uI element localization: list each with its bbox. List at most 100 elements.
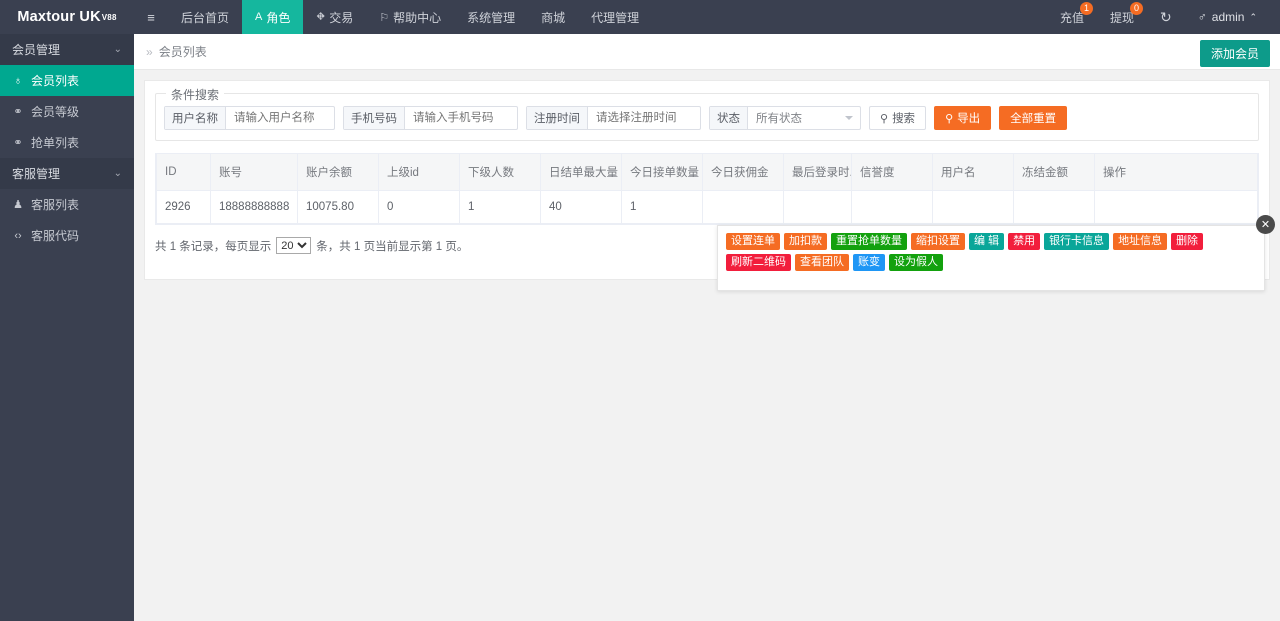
regtime-label: 注册时间	[527, 107, 588, 129]
cell-balance: 10075.80	[298, 191, 379, 224]
user-menu[interactable]: ♂ admin ⌃	[1185, 0, 1270, 34]
search-button[interactable]: ⚲ 搜索	[869, 106, 926, 130]
sidebar-item-label: 抢单列表	[31, 134, 79, 151]
table-column-header-5: 日结单最大量	[541, 154, 622, 191]
row-actions-list: 设置连单加扣款重置抢单数量缩扣设置编 辑禁用银行卡信息地址信息删除刷新二维码查看…	[726, 233, 1256, 271]
row-action-button-2[interactable]: 重置抢单数量	[831, 233, 907, 250]
row-action-button-0[interactable]: 设置连单	[726, 233, 780, 250]
recharge-badge: 1	[1080, 2, 1093, 15]
nav-item-3[interactable]: ⚐帮助中心	[366, 0, 454, 34]
table-column-header-4: 下级人数	[460, 154, 541, 191]
add-member-button[interactable]: 添加会员	[1200, 40, 1270, 67]
table-column-header-9: 信誉度	[852, 154, 933, 191]
sidebar-group-1[interactable]: 客服管理 ⌄	[0, 158, 134, 189]
cell-username	[933, 191, 1014, 224]
withdraw-button[interactable]: 提现 0	[1097, 0, 1147, 34]
nav-item-2[interactable]: ⛖交易	[303, 0, 366, 34]
sidebar-item-label: 会员等级	[31, 103, 79, 120]
username-input[interactable]	[226, 107, 334, 129]
main-nav: 后台首页A角色⛖交易⚐帮助中心系统管理商城代理管理	[168, 0, 652, 34]
refresh-icon[interactable]: ↻	[1147, 0, 1185, 34]
table-column-header-3: 上级id	[379, 154, 460, 191]
sidebar-group-label: 会员管理	[12, 41, 60, 58]
sidebar-item-icon: ♟	[12, 198, 24, 211]
nav-item-6[interactable]: 代理管理	[578, 0, 652, 34]
phone-input[interactable]	[405, 107, 517, 129]
chevron-down-icon	[845, 116, 853, 120]
admin-page: Maxtour UKV88 ≡ 后台首页A角色⛖交易⚐帮助中心系统管理商城代理管…	[0, 0, 1280, 621]
table-column-header-12: 操作	[1095, 154, 1258, 191]
table-column-header-6: 今日接单数量	[622, 154, 703, 191]
hamburger-icon[interactable]: ≡	[134, 0, 168, 34]
user-icon: ♂	[1198, 10, 1207, 24]
cell-id: 2926	[157, 191, 211, 224]
regtime-field: 注册时间	[526, 106, 701, 130]
close-icon[interactable]: ✕	[1256, 215, 1275, 234]
sidebar-item-1-1[interactable]: ‹› 客服代码	[0, 220, 134, 251]
username-field: 用户名称	[164, 106, 335, 130]
nav-item-5[interactable]: 商城	[528, 0, 578, 34]
main-content: » 会员列表 添加会员 条件搜索 用户名称 手机号码	[134, 34, 1280, 621]
row-action-button-7[interactable]: 地址信息	[1113, 233, 1167, 250]
sidebar-item-0-0[interactable]: ♁会员列表	[0, 65, 134, 96]
row-action-button-5[interactable]: 禁用	[1008, 233, 1040, 250]
sidebar-item-icon: ‹›	[12, 230, 24, 242]
row-action-button-12[interactable]: 设为假人	[889, 254, 943, 271]
nav-item-label: 角色	[266, 9, 290, 26]
sidebar-group-0[interactable]: 会员管理 ⌄	[0, 34, 134, 65]
sidebar-item-icon: ⚭	[12, 105, 24, 118]
table-header-row: ID账号账户余额上级id下级人数日结单最大量今日接单数量今日获佣金最后登录时..…	[157, 154, 1258, 191]
sidebar-item-1-0[interactable]: ♟客服列表	[0, 189, 134, 220]
cell-sub_count: 1	[460, 191, 541, 224]
table-column-header-8: 最后登录时...	[784, 154, 852, 191]
chevron-down-icon: ⌄	[114, 168, 122, 179]
cell-account: 18888888888	[211, 191, 298, 224]
search-legend: 条件搜索	[166, 86, 224, 103]
reset-button-label: 全部重置	[1010, 110, 1056, 126]
row-action-button-9[interactable]: 刷新二维码	[726, 254, 791, 271]
pager-prefix: 共 1 条记录，每页显示	[155, 238, 271, 254]
table-column-header-10: 用户名	[933, 154, 1014, 191]
cell-credit	[852, 191, 933, 224]
sidebar-item-0-2[interactable]: ⚭ 抢单列表	[0, 127, 134, 158]
cell-parent_id: 0	[379, 191, 460, 224]
member-list-panel: 条件搜索 用户名称 手机号码 注册时间 状态	[144, 80, 1270, 280]
row-action-button-11[interactable]: 账变	[853, 254, 885, 271]
export-button[interactable]: ⚲ 导出	[934, 106, 991, 130]
row-action-button-1[interactable]: 加扣款	[784, 233, 827, 250]
member-table-wrapper: ID账号账户余额上级id下级人数日结单最大量今日接单数量今日获佣金最后登录时..…	[155, 153, 1259, 225]
row-action-button-4[interactable]: 编 辑	[969, 233, 1004, 250]
table-column-header-11: 冻结金额	[1014, 154, 1095, 191]
withdraw-badge: 0	[1130, 2, 1143, 15]
recharge-button[interactable]: 充值 1	[1047, 0, 1097, 34]
sidebar-group-label: 客服管理	[12, 165, 60, 182]
cell-operation	[1095, 191, 1258, 224]
search-filter-box: 条件搜索 用户名称 手机号码 注册时间 状态	[155, 93, 1259, 141]
breadcrumb: » 会员列表	[146, 43, 207, 60]
nav-item-4[interactable]: 系统管理	[454, 0, 528, 34]
brand-logo: Maxtour UKV88	[0, 0, 134, 34]
nav-item-0[interactable]: 后台首页	[168, 0, 242, 34]
sidebar-item-label: 客服代码	[31, 227, 79, 244]
sidebar-item-0-1[interactable]: ⚭ 会员等级	[0, 96, 134, 127]
status-select[interactable]: 所有状态	[748, 107, 860, 129]
cell-last_login	[784, 191, 852, 224]
cell-today_commission	[703, 191, 784, 224]
cell-daily_max: 40	[541, 191, 622, 224]
sidebar-item-icon: ⚭	[12, 136, 24, 149]
page-size-select[interactable]: 20	[276, 237, 311, 254]
cell-frozen	[1014, 191, 1095, 224]
row-action-button-10[interactable]: 查看团队	[795, 254, 849, 271]
breadcrumb-arrow-icon: »	[146, 45, 153, 59]
chevron-down-icon: ⌄	[114, 44, 122, 55]
reset-all-button[interactable]: 全部重置	[999, 106, 1067, 130]
nav-item-label: 商城	[541, 9, 565, 26]
row-action-button-6[interactable]: 银行卡信息	[1044, 233, 1109, 250]
brand-version: V88	[102, 13, 117, 22]
regtime-input[interactable]	[588, 107, 700, 129]
chevron-up-icon: ⌃	[1249, 12, 1257, 23]
user-name: admin	[1212, 10, 1245, 24]
nav-item-1[interactable]: A角色	[242, 0, 303, 34]
row-action-button-8[interactable]: 删除	[1171, 233, 1203, 250]
row-action-button-3[interactable]: 缩扣设置	[911, 233, 965, 250]
